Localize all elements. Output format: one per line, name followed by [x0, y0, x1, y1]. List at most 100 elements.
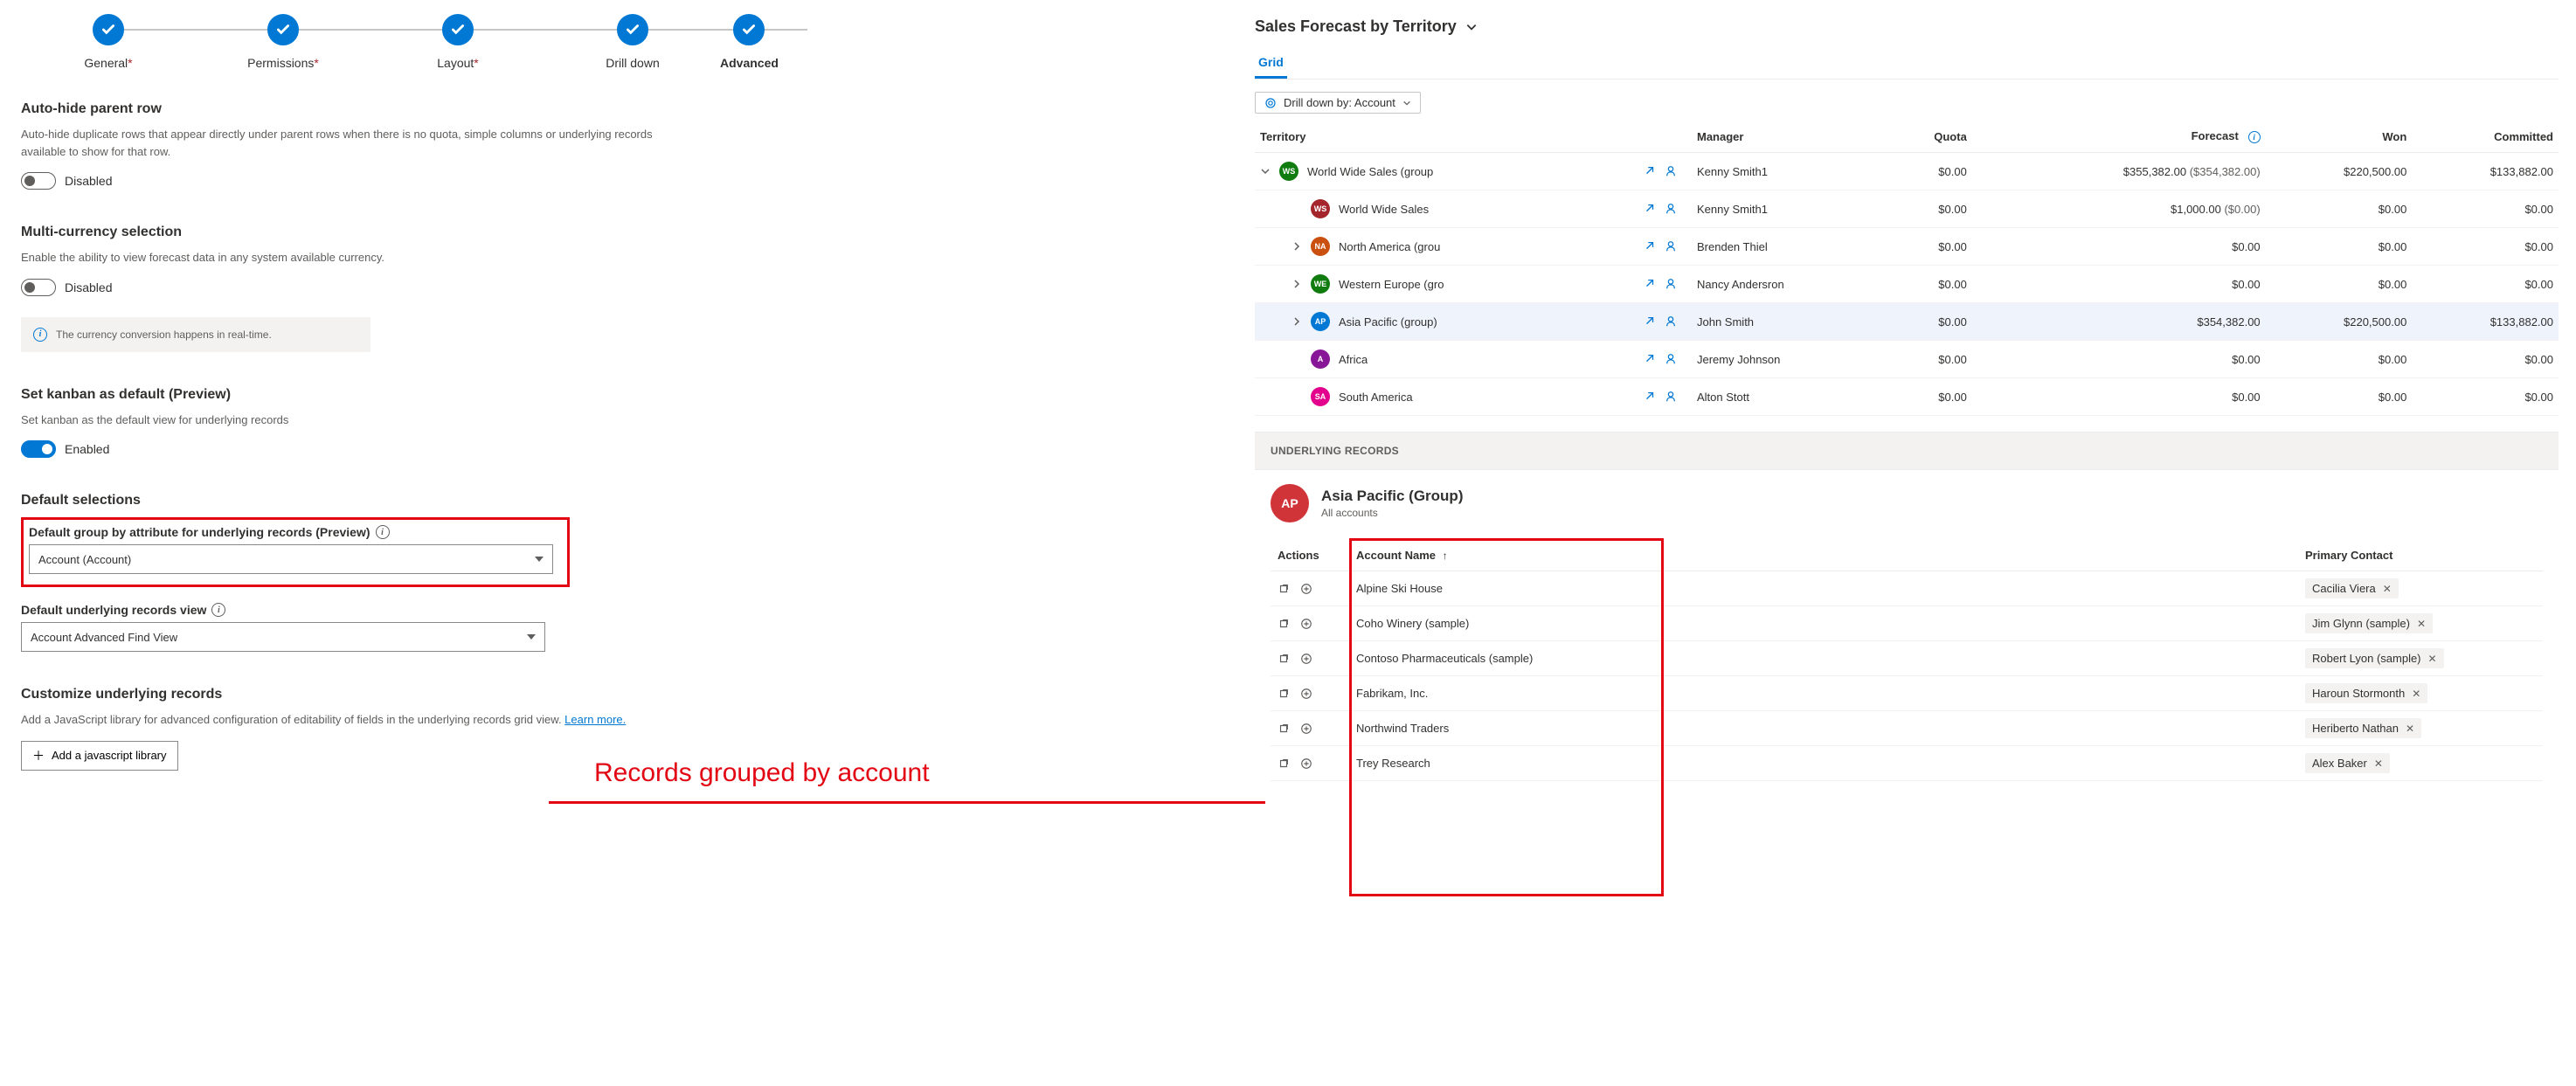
drilldown-pill[interactable]: Drill down by: Account [1255, 92, 1421, 114]
learn-more-link[interactable]: Learn more. [564, 713, 626, 726]
record-row[interactable]: Northwind Traders Heriberto Nathan✕ [1271, 711, 2543, 746]
forecast-row[interactable]: AAfricaJeremy Johnson$0.00$0.00$0.00$0.0… [1255, 341, 2559, 378]
info-icon[interactable]: i [211, 603, 225, 617]
remove-icon[interactable]: ✕ [2383, 583, 2392, 595]
forecast-row[interactable]: APAsia Pacific (group)John Smith$0.00$35… [1255, 303, 2559, 341]
forecast-row[interactable]: WEWestern Europe (groNancy Andersron$0.0… [1255, 266, 2559, 303]
user-icon[interactable] [1664, 202, 1678, 216]
expand-icon[interactable] [1291, 279, 1302, 289]
share-icon[interactable] [1643, 164, 1657, 178]
expand-icon[interactable] [1291, 241, 1302, 252]
territory-avatar: NA [1311, 237, 1330, 256]
add-icon[interactable] [1300, 653, 1312, 665]
step-permissions[interactable]: Permissions* [196, 14, 370, 70]
step-layout[interactable]: Layout* [370, 14, 545, 70]
territory-name: Western Europe (gro [1339, 278, 1444, 291]
contact-chip[interactable]: Alex Baker✕ [2305, 753, 2390, 773]
remove-icon[interactable]: ✕ [2417, 618, 2426, 630]
remove-icon[interactable]: ✕ [2428, 653, 2437, 665]
open-icon[interactable] [1278, 653, 1290, 665]
info-icon[interactable]: i [2248, 131, 2261, 143]
info-icon[interactable]: i [376, 525, 390, 539]
user-icon[interactable] [1664, 239, 1678, 253]
contact-chip[interactable]: Haroun Stormonth✕ [2305, 683, 2427, 703]
account-name-cell[interactable]: Trey Research [1349, 746, 2298, 781]
user-icon[interactable] [1664, 315, 1678, 329]
remove-icon[interactable]: ✕ [2412, 688, 2420, 700]
manager-cell: Nancy Andersron [1692, 266, 1886, 303]
record-row[interactable]: Fabrikam, Inc. Haroun Stormonth✕ [1271, 676, 2543, 711]
chevron-down-icon [1465, 21, 1478, 33]
step-drill-down[interactable]: Drill down [545, 14, 720, 70]
share-icon[interactable] [1643, 277, 1657, 291]
tab-grid[interactable]: Grid [1255, 48, 1287, 79]
step-circle [442, 14, 474, 45]
add-icon[interactable] [1300, 688, 1312, 700]
add-icon[interactable] [1300, 618, 1312, 630]
committed-cell: $0.00 [2412, 190, 2559, 228]
autohide-toggle[interactable] [21, 172, 56, 190]
col-primary-contact[interactable]: Primary Contact [2298, 540, 2543, 571]
share-icon[interactable] [1643, 315, 1657, 329]
contact-chip[interactable]: Jim Glynn (sample)✕ [2305, 613, 2433, 633]
forecast-row[interactable]: SASouth AmericaAlton Stott$0.00$0.00$0.0… [1255, 378, 2559, 416]
add-icon[interactable] [1300, 583, 1312, 595]
forecast-row[interactable]: WSWorld Wide SalesKenny Smith1$0.00$1,00… [1255, 190, 2559, 228]
record-row[interactable]: Alpine Ski House Cacilia Viera✕ [1271, 571, 2543, 606]
multicurrency-toggle[interactable] [21, 279, 56, 296]
account-name-cell[interactable]: Alpine Ski House [1349, 571, 2298, 606]
forecast-row[interactable]: NANorth America (grouBrenden Thiel$0.00$… [1255, 228, 2559, 266]
col-won[interactable]: Won [2266, 121, 2413, 153]
contact-chip[interactable]: Cacilia Viera✕ [2305, 578, 2399, 598]
user-icon[interactable] [1664, 164, 1678, 178]
col-quota[interactable]: Quota [1886, 121, 1972, 153]
account-name-cell[interactable]: Northwind Traders [1349, 711, 2298, 746]
user-icon[interactable] [1664, 277, 1678, 291]
step-general[interactable]: General* [21, 14, 196, 70]
remove-icon[interactable]: ✕ [2406, 723, 2414, 735]
record-row[interactable]: Contoso Pharmaceuticals (sample) Robert L… [1271, 641, 2543, 676]
expand-icon[interactable] [1291, 316, 1302, 327]
groupby-select[interactable]: Account (Account) [29, 544, 553, 574]
open-icon[interactable] [1278, 723, 1290, 735]
col-committed[interactable]: Committed [2412, 121, 2559, 153]
open-icon[interactable] [1278, 688, 1290, 700]
section-autohide-desc: Auto-hide duplicate rows that appear dir… [21, 126, 685, 160]
forecast-title[interactable]: Sales Forecast by Territory [1255, 17, 2559, 36]
step-advanced[interactable]: Advanced [720, 14, 779, 70]
quota-cell: $0.00 [1886, 266, 1972, 303]
col-territory[interactable]: Territory [1255, 121, 1622, 153]
contact-chip[interactable]: Robert Lyon (sample)✕ [2305, 648, 2444, 668]
share-icon[interactable] [1643, 352, 1657, 366]
open-icon[interactable] [1278, 618, 1290, 630]
open-icon[interactable] [1278, 757, 1290, 770]
share-icon[interactable] [1643, 390, 1657, 404]
group-title: Asia Pacific (Group) [1321, 488, 1463, 505]
add-js-library-button[interactable]: ＋ Add a javascript library [21, 741, 178, 771]
add-icon[interactable] [1300, 723, 1312, 735]
user-icon[interactable] [1664, 390, 1678, 404]
col-manager[interactable]: Manager [1692, 121, 1886, 153]
committed-cell: $0.00 [2412, 341, 2559, 378]
record-row[interactable]: Coho Winery (sample) Jim Glynn (sample)✕ [1271, 606, 2543, 641]
col-account-name[interactable]: Account Name ↑ [1349, 540, 2298, 571]
contact-chip[interactable]: Heriberto Nathan✕ [2305, 718, 2421, 738]
forecast-row[interactable]: WSWorld Wide Sales (groupKenny Smith1$0.… [1255, 153, 2559, 190]
account-name-cell[interactable]: Contoso Pharmaceuticals (sample) [1349, 641, 2298, 676]
user-icon[interactable] [1664, 352, 1678, 366]
remove-icon[interactable]: ✕ [2374, 757, 2383, 770]
record-row[interactable]: Trey Research Alex Baker✕ [1271, 746, 2543, 781]
open-icon[interactable] [1278, 583, 1290, 595]
view-select[interactable]: Account Advanced Find View [21, 622, 545, 652]
account-name-cell[interactable]: Fabrikam, Inc. [1349, 676, 2298, 711]
section-kanban-title: Set kanban as default (Preview) [21, 387, 1185, 403]
share-icon[interactable] [1643, 239, 1657, 253]
forecast-cell: $0.00 [1972, 341, 2266, 378]
collapse-icon[interactable] [1260, 166, 1271, 176]
account-name-cell[interactable]: Coho Winery (sample) [1349, 606, 2298, 641]
add-icon[interactable] [1300, 757, 1312, 770]
kanban-toggle[interactable] [21, 440, 56, 458]
share-icon[interactable] [1643, 202, 1657, 216]
col-forecast[interactable]: Forecast i [1972, 121, 2266, 153]
section-multicurrency: Multi-currency selection Enable the abil… [21, 225, 1185, 352]
